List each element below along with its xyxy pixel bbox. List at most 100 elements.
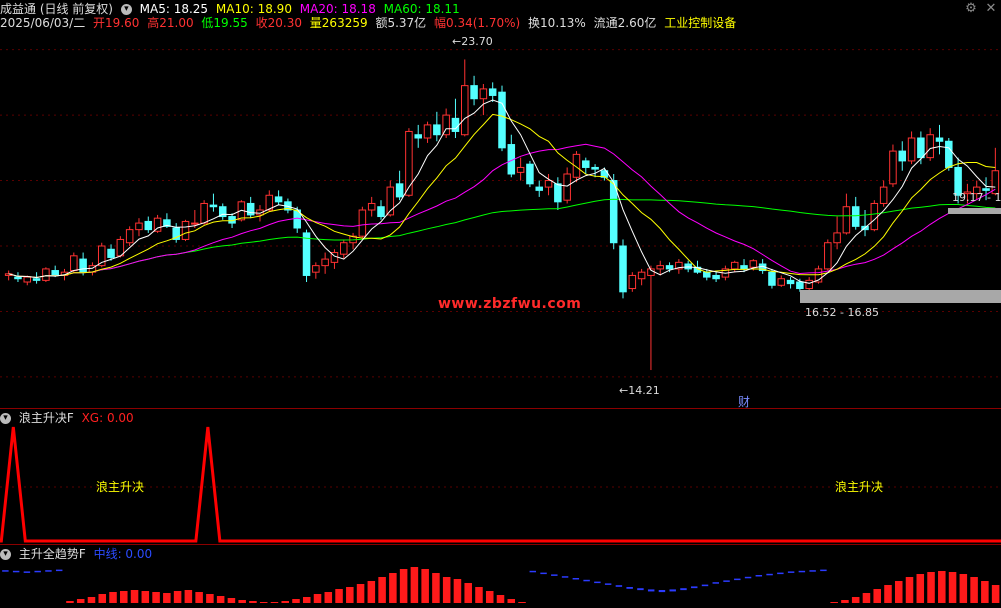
signal-label-1: 浪主升决 bbox=[96, 478, 144, 495]
high-label: 高21.00 bbox=[147, 16, 194, 30]
candle-body bbox=[516, 166, 525, 173]
chevron-down-icon[interactable]: ▾ bbox=[0, 549, 11, 560]
candle-body bbox=[498, 91, 506, 149]
candle-body bbox=[889, 150, 897, 185]
trend-bar bbox=[432, 573, 440, 603]
candle-body bbox=[898, 150, 907, 162]
candle-body bbox=[777, 278, 786, 286]
trend-bar bbox=[216, 596, 225, 603]
trend-bar bbox=[184, 590, 193, 603]
candle-body bbox=[339, 242, 348, 255]
range-right-label: 19.17 - 19 bbox=[952, 191, 1001, 204]
indicator1-panel[interactable]: ▾ 浪主升决F XG: 0.00 浪主升决 浪主升决 bbox=[0, 409, 1001, 544]
candle-body bbox=[544, 180, 553, 188]
candle-body bbox=[582, 160, 590, 168]
trend-bar bbox=[120, 591, 128, 603]
candle-body bbox=[628, 274, 637, 290]
candle-body bbox=[935, 137, 944, 142]
trend-bar bbox=[948, 572, 957, 603]
kline-chart[interactable] bbox=[0, 0, 1001, 408]
range-left-label: 16.52 - 16.85 bbox=[805, 306, 879, 319]
candle-body bbox=[302, 232, 311, 276]
indicator1-chart[interactable] bbox=[0, 409, 1001, 544]
trend-bar bbox=[841, 600, 849, 603]
trend-dot bbox=[583, 579, 590, 582]
candle-body bbox=[414, 134, 422, 139]
trend-bar bbox=[324, 592, 333, 603]
gear-icon[interactable]: ⚙ bbox=[964, 2, 978, 16]
candle-body bbox=[488, 88, 497, 96]
candle-body bbox=[405, 130, 413, 196]
candle-body bbox=[423, 124, 432, 139]
trend-dot bbox=[669, 589, 676, 592]
trend-bar bbox=[163, 593, 171, 603]
indicator2-panel[interactable]: ▾ 主升全趋势F 中线: 0.00 bbox=[0, 545, 1001, 608]
trend-dot bbox=[755, 575, 763, 577]
finance-badge[interactable]: 财 bbox=[738, 393, 750, 408]
indicator2-name[interactable]: 主升全趋势F bbox=[19, 547, 86, 561]
trend-bar bbox=[173, 591, 182, 603]
candle-body bbox=[591, 166, 599, 170]
candle-body bbox=[107, 248, 115, 258]
trend-bar bbox=[367, 581, 376, 603]
trend-bar bbox=[518, 602, 526, 603]
trend-bar bbox=[270, 602, 279, 603]
trend-dot bbox=[712, 582, 719, 584]
open-label: 开19.60 bbox=[93, 16, 140, 30]
trend-bar bbox=[830, 602, 838, 603]
candle-body bbox=[274, 196, 283, 203]
volume-label: 量263259 bbox=[309, 16, 368, 30]
candle-body bbox=[665, 265, 674, 270]
low-mark-value: 14.21 bbox=[628, 384, 660, 397]
candle-body bbox=[451, 117, 460, 132]
amount-label: 额5.37亿 bbox=[375, 16, 427, 30]
candle-body bbox=[842, 206, 851, 234]
trend-bar bbox=[238, 600, 246, 603]
trend-bar bbox=[464, 583, 472, 603]
chevron-down-icon[interactable]: ▾ bbox=[0, 413, 11, 424]
trend-dot bbox=[572, 578, 580, 580]
candle-body bbox=[433, 124, 441, 136]
indicator1-xg: XG: 0.00 bbox=[81, 411, 134, 425]
trend-dot bbox=[2, 570, 9, 572]
industry-link[interactable]: 工业控制设备 bbox=[664, 16, 736, 30]
trend-bar bbox=[76, 599, 85, 603]
trend-dot bbox=[529, 570, 537, 573]
trend-bar bbox=[259, 602, 268, 603]
trend-bar bbox=[970, 577, 978, 603]
trend-dot bbox=[744, 576, 752, 579]
header-row-2: 2025/06/03/二 开19.60 高21.00 低19.55 收20.30… bbox=[0, 14, 740, 32]
trend-bar bbox=[389, 573, 397, 603]
signal-label-1-text: 浪主升决 bbox=[96, 480, 145, 494]
trend-bar bbox=[421, 569, 429, 603]
candle-body bbox=[79, 258, 87, 273]
trend-bar bbox=[959, 574, 968, 603]
trend-dot bbox=[594, 581, 601, 584]
candle-body bbox=[14, 276, 22, 280]
close-icon[interactable]: ✕ bbox=[984, 2, 998, 16]
candle-body bbox=[563, 173, 571, 201]
candle-body bbox=[321, 258, 329, 267]
candle-body bbox=[945, 140, 953, 168]
trend-bar bbox=[130, 590, 139, 603]
candle-body bbox=[926, 134, 934, 159]
candle-body bbox=[824, 242, 832, 270]
kline-panel[interactable]: 成益通 (日线 前复权) ▾ MA5: 18.25 MA10: 18.90 MA… bbox=[0, 0, 1001, 408]
candle-body bbox=[42, 268, 50, 281]
indicator1-header: ▾ 浪主升决F XG: 0.00 bbox=[0, 409, 138, 427]
indicator1-name[interactable]: 浪主升决F bbox=[19, 411, 74, 425]
trend-bar bbox=[991, 585, 1000, 603]
peak-high-value: 23.70 bbox=[461, 35, 493, 48]
trend-bar bbox=[249, 601, 257, 603]
trend-bar bbox=[916, 574, 925, 603]
trend-dot bbox=[701, 584, 709, 587]
trend-bar bbox=[335, 589, 343, 603]
trend-dot bbox=[766, 573, 773, 576]
candle-body bbox=[730, 261, 739, 270]
trend-dot bbox=[820, 569, 827, 572]
trend-bar bbox=[378, 577, 386, 603]
candle-body bbox=[200, 202, 208, 224]
candle-body bbox=[479, 88, 488, 100]
trend-bar bbox=[281, 601, 289, 603]
trend-dot bbox=[658, 590, 666, 593]
